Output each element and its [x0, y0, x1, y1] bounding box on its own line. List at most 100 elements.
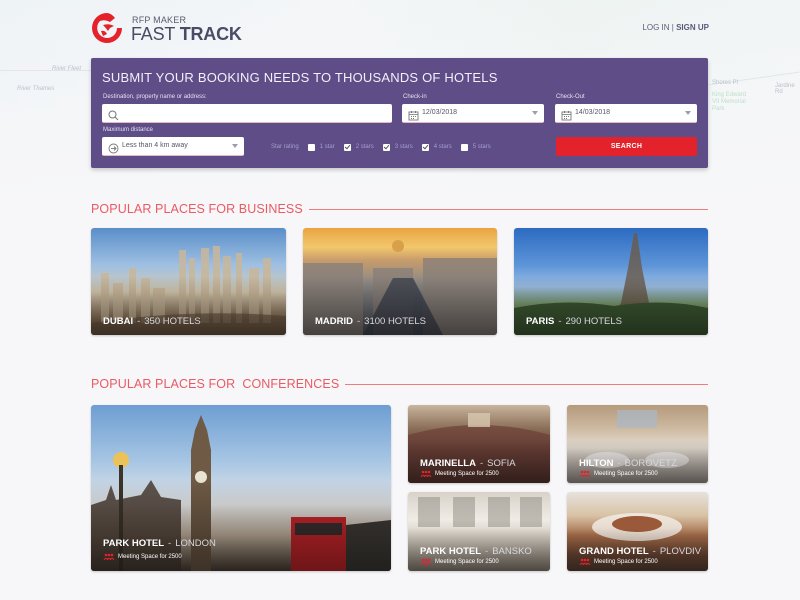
brand-title: FAST TRACK	[131, 24, 242, 45]
card-city: DUBAI	[103, 316, 134, 327]
card-hotel-name: MARINELLA	[420, 458, 476, 469]
conference-card-hilton-borovetz[interactable]: HILTON - BOROVETZ Meeting Space for 2500	[567, 405, 708, 483]
search-icon	[108, 108, 119, 121]
chevron-down-icon	[532, 111, 538, 115]
meeting-space-info: Meeting Space for 2500	[579, 558, 658, 565]
star-option-label: 3 stars	[394, 144, 413, 150]
card-caption: PARK HOTEL - BANSKO	[420, 546, 532, 557]
checkbox[interactable]	[382, 143, 390, 151]
card-caption: GRAND HOTEL - PLOVDIV	[579, 546, 702, 557]
star-option-label: 4 stars	[433, 144, 452, 150]
checkout-date-picker[interactable]: 14/03/2018	[555, 104, 697, 123]
checkout-value: 14/03/2018	[575, 109, 611, 116]
checkin-value: 12/03/2018	[422, 109, 458, 116]
meeting-space-text: Meeting Space for 2500	[118, 553, 182, 560]
checkbox[interactable]	[343, 143, 351, 151]
card-caption: PARK HOTEL - LONDON	[103, 538, 216, 549]
distance-label: Maximum distance	[103, 127, 154, 133]
card-city: LONDON	[175, 538, 216, 549]
map-label-place: Shores Pl	[712, 80, 739, 86]
heading-divider	[345, 383, 708, 385]
login-link[interactable]: LOG IN	[642, 23, 669, 32]
card-caption: MADRID -3100 HOTELS	[315, 316, 426, 327]
card-hotel-name: HILTON	[579, 458, 614, 469]
business-card-dubai[interactable]: DUBAI -350 HOTELS	[91, 228, 286, 335]
star-rating-label: Star rating	[271, 144, 299, 150]
checkin-label: Check-in	[403, 94, 427, 100]
map-label-road: Jardine Rd	[775, 83, 795, 95]
meeting-people-icon	[420, 470, 432, 477]
meeting-space-info: Meeting Space for 2500	[579, 470, 658, 477]
star-option-3[interactable]: 3 stars	[382, 143, 413, 151]
checkbox[interactable]	[460, 143, 468, 151]
distance-select[interactable]: Less than 4 km away	[102, 137, 244, 156]
eagle-logo-icon[interactable]	[91, 12, 123, 44]
map-label-park: King Edward VII Memorial Park	[712, 92, 747, 112]
meeting-space-text: Meeting Space for 2500	[594, 470, 658, 477]
card-caption: PARIS -290 HOTELS	[526, 316, 623, 327]
meeting-space-info: Meeting Space for 2500	[420, 558, 499, 565]
map-label-river-fleet: River Fleet	[52, 66, 82, 72]
meeting-people-icon	[579, 470, 591, 477]
checkin-date-picker[interactable]: 12/03/2018	[402, 104, 544, 123]
brand-title-light: FAST	[131, 24, 175, 44]
card-hotel-count: 350 HOTELS	[144, 316, 201, 327]
star-option-label: 2 stars	[355, 144, 374, 150]
checkbox[interactable]	[307, 143, 315, 151]
conference-card-park-hotel-london[interactable]: PARK HOTEL - LONDON Meeting Space for 2500	[91, 405, 391, 571]
auth-links: LOG IN | SIGN UP	[642, 23, 709, 32]
star-option-label: 5 stars	[472, 144, 491, 150]
destination-input[interactable]	[102, 104, 392, 123]
card-city: BOROVETZ	[624, 458, 677, 469]
conferences-heading-text: POPULAR PLACES FOR CONFERENCES	[91, 377, 340, 391]
chevron-down-icon	[232, 144, 238, 148]
auth-separator: |	[671, 23, 674, 32]
star-option-label: 1 star	[319, 144, 335, 150]
card-city: BANSKO	[492, 546, 532, 557]
card-hotel-count: 290 HOTELS	[565, 316, 623, 327]
chevron-down-icon	[685, 111, 691, 115]
card-hotel-name: PARK HOTEL	[103, 538, 165, 549]
card-city: MADRID	[315, 316, 353, 327]
star-option-2[interactable]: 2 stars	[343, 143, 374, 151]
search-button[interactable]: SEARCH	[556, 137, 697, 156]
map-label-river-thames: River Thames	[17, 86, 55, 92]
card-caption: HILTON - BOROVETZ	[579, 458, 677, 469]
star-rating-filter: Star rating 1 star 2 stars 3 stars 4 sta…	[271, 142, 491, 152]
conferences-section-heading: POPULAR PLACES FOR CONFERENCES	[91, 377, 708, 391]
meeting-space-info: Meeting Space for 2500	[103, 553, 182, 560]
meeting-space-text: Meeting Space for 2500	[594, 558, 658, 565]
booking-title: SUBMIT YOUR BOOKING NEEDS TO THOUSANDS O…	[102, 70, 498, 85]
business-heading-text: POPULAR PLACES FOR BUSINESS	[91, 202, 303, 216]
card-hotel-count: 3100 HOTELS	[364, 316, 426, 327]
meeting-people-icon	[420, 558, 432, 565]
conference-card-park-hotel-bansko[interactable]: PARK HOTEL - BANSKO Meeting Space for 2500	[408, 492, 550, 571]
star-option-4[interactable]: 4 stars	[421, 143, 452, 151]
heading-divider	[308, 208, 708, 210]
brand-title-bold: TRACK	[179, 24, 242, 44]
star-option-1[interactable]: 1 star	[307, 143, 335, 151]
calendar-icon	[561, 108, 572, 121]
card-city: PLOVDIV	[659, 546, 702, 557]
star-option-5[interactable]: 5 stars	[460, 143, 491, 151]
business-section-heading: POPULAR PLACES FOR BUSINESS	[91, 202, 708, 216]
card-city: SOFIA	[487, 458, 516, 469]
booking-panel: SUBMIT YOUR BOOKING NEEDS TO THOUSANDS O…	[91, 58, 708, 168]
meeting-people-icon	[579, 558, 591, 565]
signup-link[interactable]: SIGN UP	[676, 23, 709, 32]
checkout-label: Check-Out	[556, 94, 585, 100]
calendar-icon	[408, 108, 419, 121]
card-caption: MARINELLA - SOFIA	[420, 458, 516, 469]
card-city: PARIS	[526, 316, 555, 327]
conference-card-grand-hotel-plovdiv[interactable]: GRAND HOTEL - PLOVDIV Meeting Space for 25…	[567, 492, 708, 571]
conference-card-marinella-sofia[interactable]: MARINELLA - SOFIA Meeting Space for 2500	[408, 405, 550, 483]
arrow-circle-icon	[108, 141, 119, 154]
card-hotel-name: PARK HOTEL	[420, 546, 482, 557]
business-card-madrid[interactable]: MADRID -3100 HOTELS	[303, 228, 497, 335]
business-card-paris[interactable]: PARIS -290 HOTELS	[514, 228, 708, 335]
card-caption: DUBAI -350 HOTELS	[103, 316, 201, 327]
checkbox[interactable]	[421, 143, 429, 151]
distance-value: Less than 4 km away	[122, 142, 188, 149]
destination-label: Destination, property name or address:	[103, 94, 207, 100]
meeting-space-text: Meeting Space for 2500	[435, 470, 499, 477]
